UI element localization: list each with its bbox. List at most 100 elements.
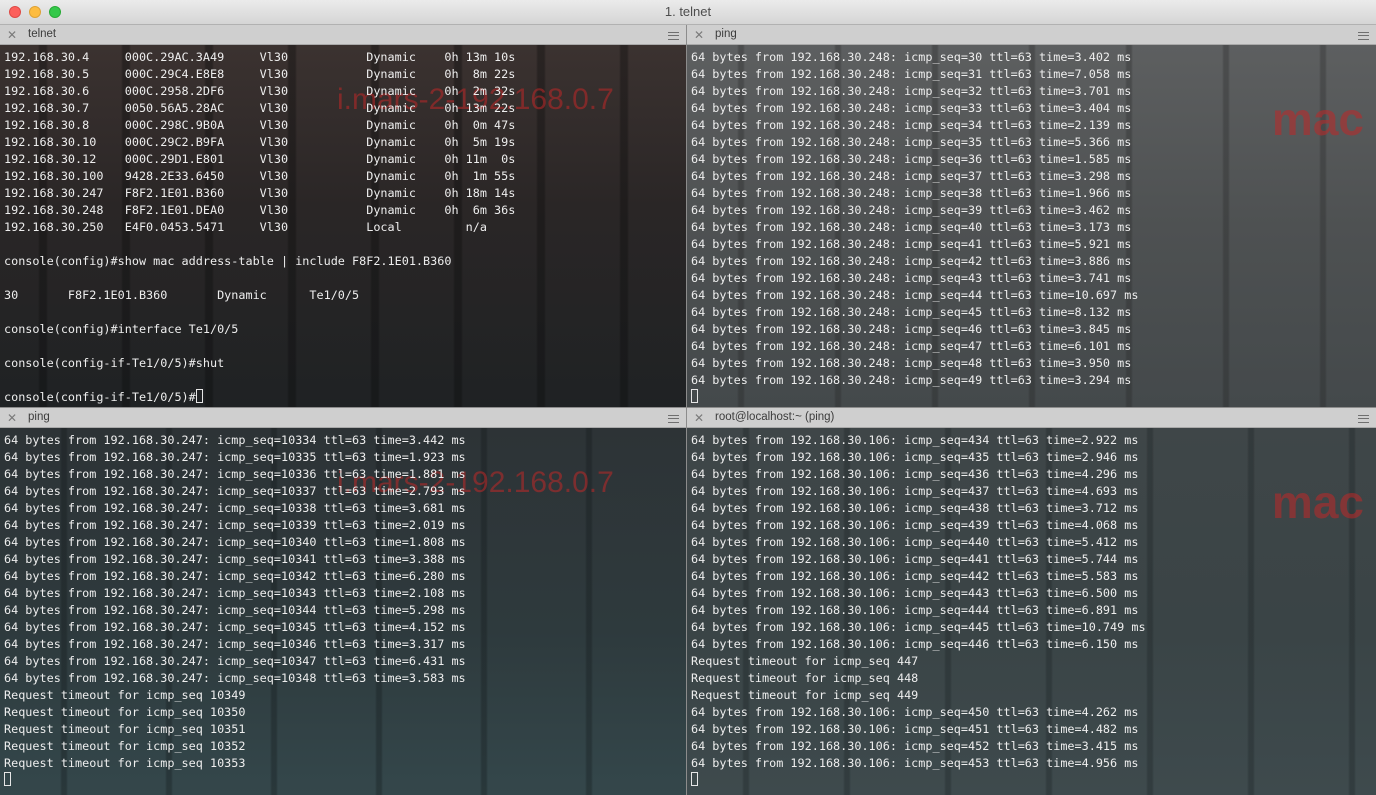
hamburger-menu-icon[interactable] <box>1358 32 1369 40</box>
terminal-line-text: 64 bytes from 192.168.30.106: icmp_seq=4… <box>691 739 1139 753</box>
close-icon[interactable]: ✕ <box>694 409 704 427</box>
pane-tab-title: ping <box>28 411 50 423</box>
terminal-text: 192.168.30.4 000C.29AC.3A49 Vl30 Dynamic… <box>4 49 686 406</box>
title-bar[interactable]: 1. telnet <box>0 0 1376 25</box>
terminal-line-text: Request timeout for icmp_seq 449 <box>691 688 919 702</box>
terminal-line: Request timeout for icmp_seq 449 <box>691 687 1376 704</box>
hamburger-menu-icon[interactable] <box>668 415 679 423</box>
pane-telnet[interactable]: ✕ telnet i.mars-2-192.168.0.7 192.168.30… <box>0 25 686 407</box>
close-icon[interactable]: ✕ <box>694 26 704 44</box>
pane-divider-horizontal[interactable] <box>0 407 1376 408</box>
hamburger-menu-icon[interactable] <box>668 32 679 40</box>
close-icon[interactable]: ✕ <box>7 26 17 44</box>
terminal-line-text: console(config)#interface Te1/0/5 <box>4 322 239 336</box>
terminal-line: 64 bytes from 192.168.30.106: icmp_seq=4… <box>691 738 1376 755</box>
terminal-line: 64 bytes from 192.168.30.247: icmp_seq=1… <box>4 449 686 466</box>
terminal-line: 64 bytes from 192.168.30.248: icmp_seq=4… <box>691 372 1376 389</box>
pane-ping-host[interactable]: ✕ ping i.mars-2-192.168.0.7 64 bytes fro… <box>0 408 686 795</box>
pane-tab[interactable]: ✕ ping <box>687 25 1376 45</box>
close-icon[interactable]: ✕ <box>7 409 17 427</box>
terminal-line: console(config-if-Te1/0/5)#shut <box>4 355 686 372</box>
terminal-line-text: Request timeout for icmp_seq 10351 <box>4 722 246 736</box>
terminal-line: 64 bytes from 192.168.30.248: icmp_seq=4… <box>691 236 1376 253</box>
terminal-output[interactable]: mac 64 bytes from 192.168.30.248: icmp_s… <box>687 45 1376 407</box>
terminal-line: 192.168.30.5 000C.29C4.E8E8 Vl30 Dynamic… <box>4 66 686 83</box>
terminal-line <box>4 772 686 789</box>
terminal-line: 192.168.30.247 F8F2.1E01.B360 Vl30 Dynam… <box>4 185 686 202</box>
terminal-line: 64 bytes from 192.168.30.248: icmp_seq=3… <box>691 117 1376 134</box>
pane-tab[interactable]: ✕ telnet <box>0 25 686 45</box>
terminal-line <box>691 772 1376 789</box>
terminal-output[interactable]: i.mars-2-192.168.0.7 64 bytes from 192.1… <box>0 428 686 795</box>
terminal-line: 192.168.30.8 000C.298C.9B0A Vl30 Dynamic… <box>4 117 686 134</box>
terminal-line: 64 bytes from 192.168.30.106: icmp_seq=4… <box>691 585 1376 602</box>
terminal-line: 64 bytes from 192.168.30.248: icmp_seq=4… <box>691 270 1376 287</box>
terminal-line: 64 bytes from 192.168.30.106: icmp_seq=4… <box>691 755 1376 772</box>
pane-ping-mac[interactable]: ✕ ping mac 64 bytes from 192.168.30.248:… <box>687 25 1376 407</box>
pane-tab-title: ping <box>715 28 737 40</box>
pane-ping-root[interactable]: ✕ root@localhost:~ (ping) mac 64 bytes f… <box>687 408 1376 795</box>
terminal-line: 64 bytes from 192.168.30.106: icmp_seq=4… <box>691 551 1376 568</box>
terminal-line: Request timeout for icmp_seq 447 <box>691 653 1376 670</box>
terminal-line-text: console(config)#show mac address-table |… <box>4 254 452 268</box>
terminal-line-text: 64 bytes from 192.168.30.247: icmp_seq=1… <box>4 603 466 617</box>
terminal-line: 64 bytes from 192.168.30.106: icmp_seq=4… <box>691 483 1376 500</box>
terminal-line-text: 64 bytes from 192.168.30.106: icmp_seq=4… <box>691 433 1139 447</box>
terminal-line-text: Request timeout for icmp_seq 10353 <box>4 756 246 770</box>
pane-tab-title: root@localhost:~ (ping) <box>715 411 835 423</box>
text-cursor <box>195 389 203 403</box>
terminal-line: 192.168.30.4 000C.29AC.3A49 Vl30 Dynamic… <box>4 49 686 66</box>
terminal-line: 64 bytes from 192.168.30.247: icmp_seq=1… <box>4 500 686 517</box>
terminal-line-text: 64 bytes from 192.168.30.248: icmp_seq=3… <box>691 84 1132 98</box>
terminal-line: 64 bytes from 192.168.30.247: icmp_seq=1… <box>4 636 686 653</box>
terminal-output[interactable]: mac 64 bytes from 192.168.30.106: icmp_s… <box>687 428 1376 795</box>
terminal-line-text: 64 bytes from 192.168.30.247: icmp_seq=1… <box>4 637 466 651</box>
hamburger-menu-icon[interactable] <box>1358 415 1369 423</box>
terminal-line: 64 bytes from 192.168.30.248: icmp_seq=4… <box>691 321 1376 338</box>
terminal-line: 64 bytes from 192.168.30.247: icmp_seq=1… <box>4 466 686 483</box>
terminal-line: 64 bytes from 192.168.30.106: icmp_seq=4… <box>691 500 1376 517</box>
terminal-line-text: 192.168.30.6 000C.2958.2DF6 Vl30 Dynamic… <box>4 84 516 98</box>
terminal-line: 64 bytes from 192.168.30.247: icmp_seq=1… <box>4 483 686 500</box>
terminal-line-text: 64 bytes from 192.168.30.106: icmp_seq=4… <box>691 722 1139 736</box>
terminal-line: 64 bytes from 192.168.30.247: icmp_seq=1… <box>4 585 686 602</box>
terminal-line-text: Request timeout for icmp_seq 10350 <box>4 705 246 719</box>
terminal-line: console(config)#interface Te1/0/5 <box>4 321 686 338</box>
terminal-line: 64 bytes from 192.168.30.247: icmp_seq=1… <box>4 653 686 670</box>
terminal-line-text: Request timeout for icmp_seq 448 <box>691 671 919 685</box>
terminal-line-text: 30 F8F2.1E01.B360 Dynamic Te1/0/5 <box>4 288 360 302</box>
terminal-line: 192.168.30.6 000C.2958.2DF6 Vl30 Dynamic… <box>4 83 686 100</box>
terminal-line-text: 64 bytes from 192.168.30.248: icmp_seq=3… <box>691 186 1132 200</box>
pane-tab[interactable]: ✕ root@localhost:~ (ping) <box>687 408 1376 428</box>
terminal-line-text: 64 bytes from 192.168.30.106: icmp_seq=4… <box>691 620 1146 634</box>
terminal-line: console(config)#show mac address-table |… <box>4 253 686 270</box>
pane-divider-vertical[interactable] <box>686 25 687 795</box>
terminal-line: 64 bytes from 192.168.30.106: icmp_seq=4… <box>691 721 1376 738</box>
terminal-line: 64 bytes from 192.168.30.106: icmp_seq=4… <box>691 704 1376 721</box>
pane-tab[interactable]: ✕ ping <box>0 408 686 428</box>
terminal-line: Request timeout for icmp_seq 10352 <box>4 738 686 755</box>
terminal-line-text: 64 bytes from 192.168.30.248: icmp_seq=4… <box>691 271 1132 285</box>
terminal-line: 64 bytes from 192.168.30.248: icmp_seq=3… <box>691 66 1376 83</box>
terminal-line-text: 64 bytes from 192.168.30.247: icmp_seq=1… <box>4 433 466 447</box>
terminal-line-text: 64 bytes from 192.168.30.247: icmp_seq=1… <box>4 501 466 515</box>
terminal-line-text: 192.168.30.10 000C.29C2.B9FA Vl30 Dynami… <box>4 135 516 149</box>
terminal-line-text: 64 bytes from 192.168.30.248: icmp_seq=3… <box>691 135 1132 149</box>
terminal-line-text: Request timeout for icmp_seq 10349 <box>4 688 246 702</box>
terminal-line: 64 bytes from 192.168.30.106: icmp_seq=4… <box>691 466 1376 483</box>
terminal-line: 64 bytes from 192.168.30.248: icmp_seq=4… <box>691 355 1376 372</box>
terminal-output[interactable]: i.mars-2-192.168.0.7 192.168.30.4 000C.2… <box>0 45 686 407</box>
terminal-line: 64 bytes from 192.168.30.248: icmp_seq=3… <box>691 168 1376 185</box>
terminal-line-text: 64 bytes from 192.168.30.106: icmp_seq=4… <box>691 535 1139 549</box>
terminal-line-text: 64 bytes from 192.168.30.248: icmp_seq=4… <box>691 305 1132 319</box>
terminal-line: 64 bytes from 192.168.30.248: icmp_seq=3… <box>691 134 1376 151</box>
terminal-line: 64 bytes from 192.168.30.106: icmp_seq=4… <box>691 568 1376 585</box>
terminal-line-text: 64 bytes from 192.168.30.248: icmp_seq=3… <box>691 50 1132 64</box>
terminal-line-text: 64 bytes from 192.168.30.248: icmp_seq=3… <box>691 203 1132 217</box>
terminal-line-text: 64 bytes from 192.168.30.106: icmp_seq=4… <box>691 705 1139 719</box>
terminal-line-text: 64 bytes from 192.168.30.248: icmp_seq=3… <box>691 67 1132 81</box>
terminal-line: 64 bytes from 192.168.30.106: icmp_seq=4… <box>691 449 1376 466</box>
terminal-line: 64 bytes from 192.168.30.248: icmp_seq=4… <box>691 219 1376 236</box>
